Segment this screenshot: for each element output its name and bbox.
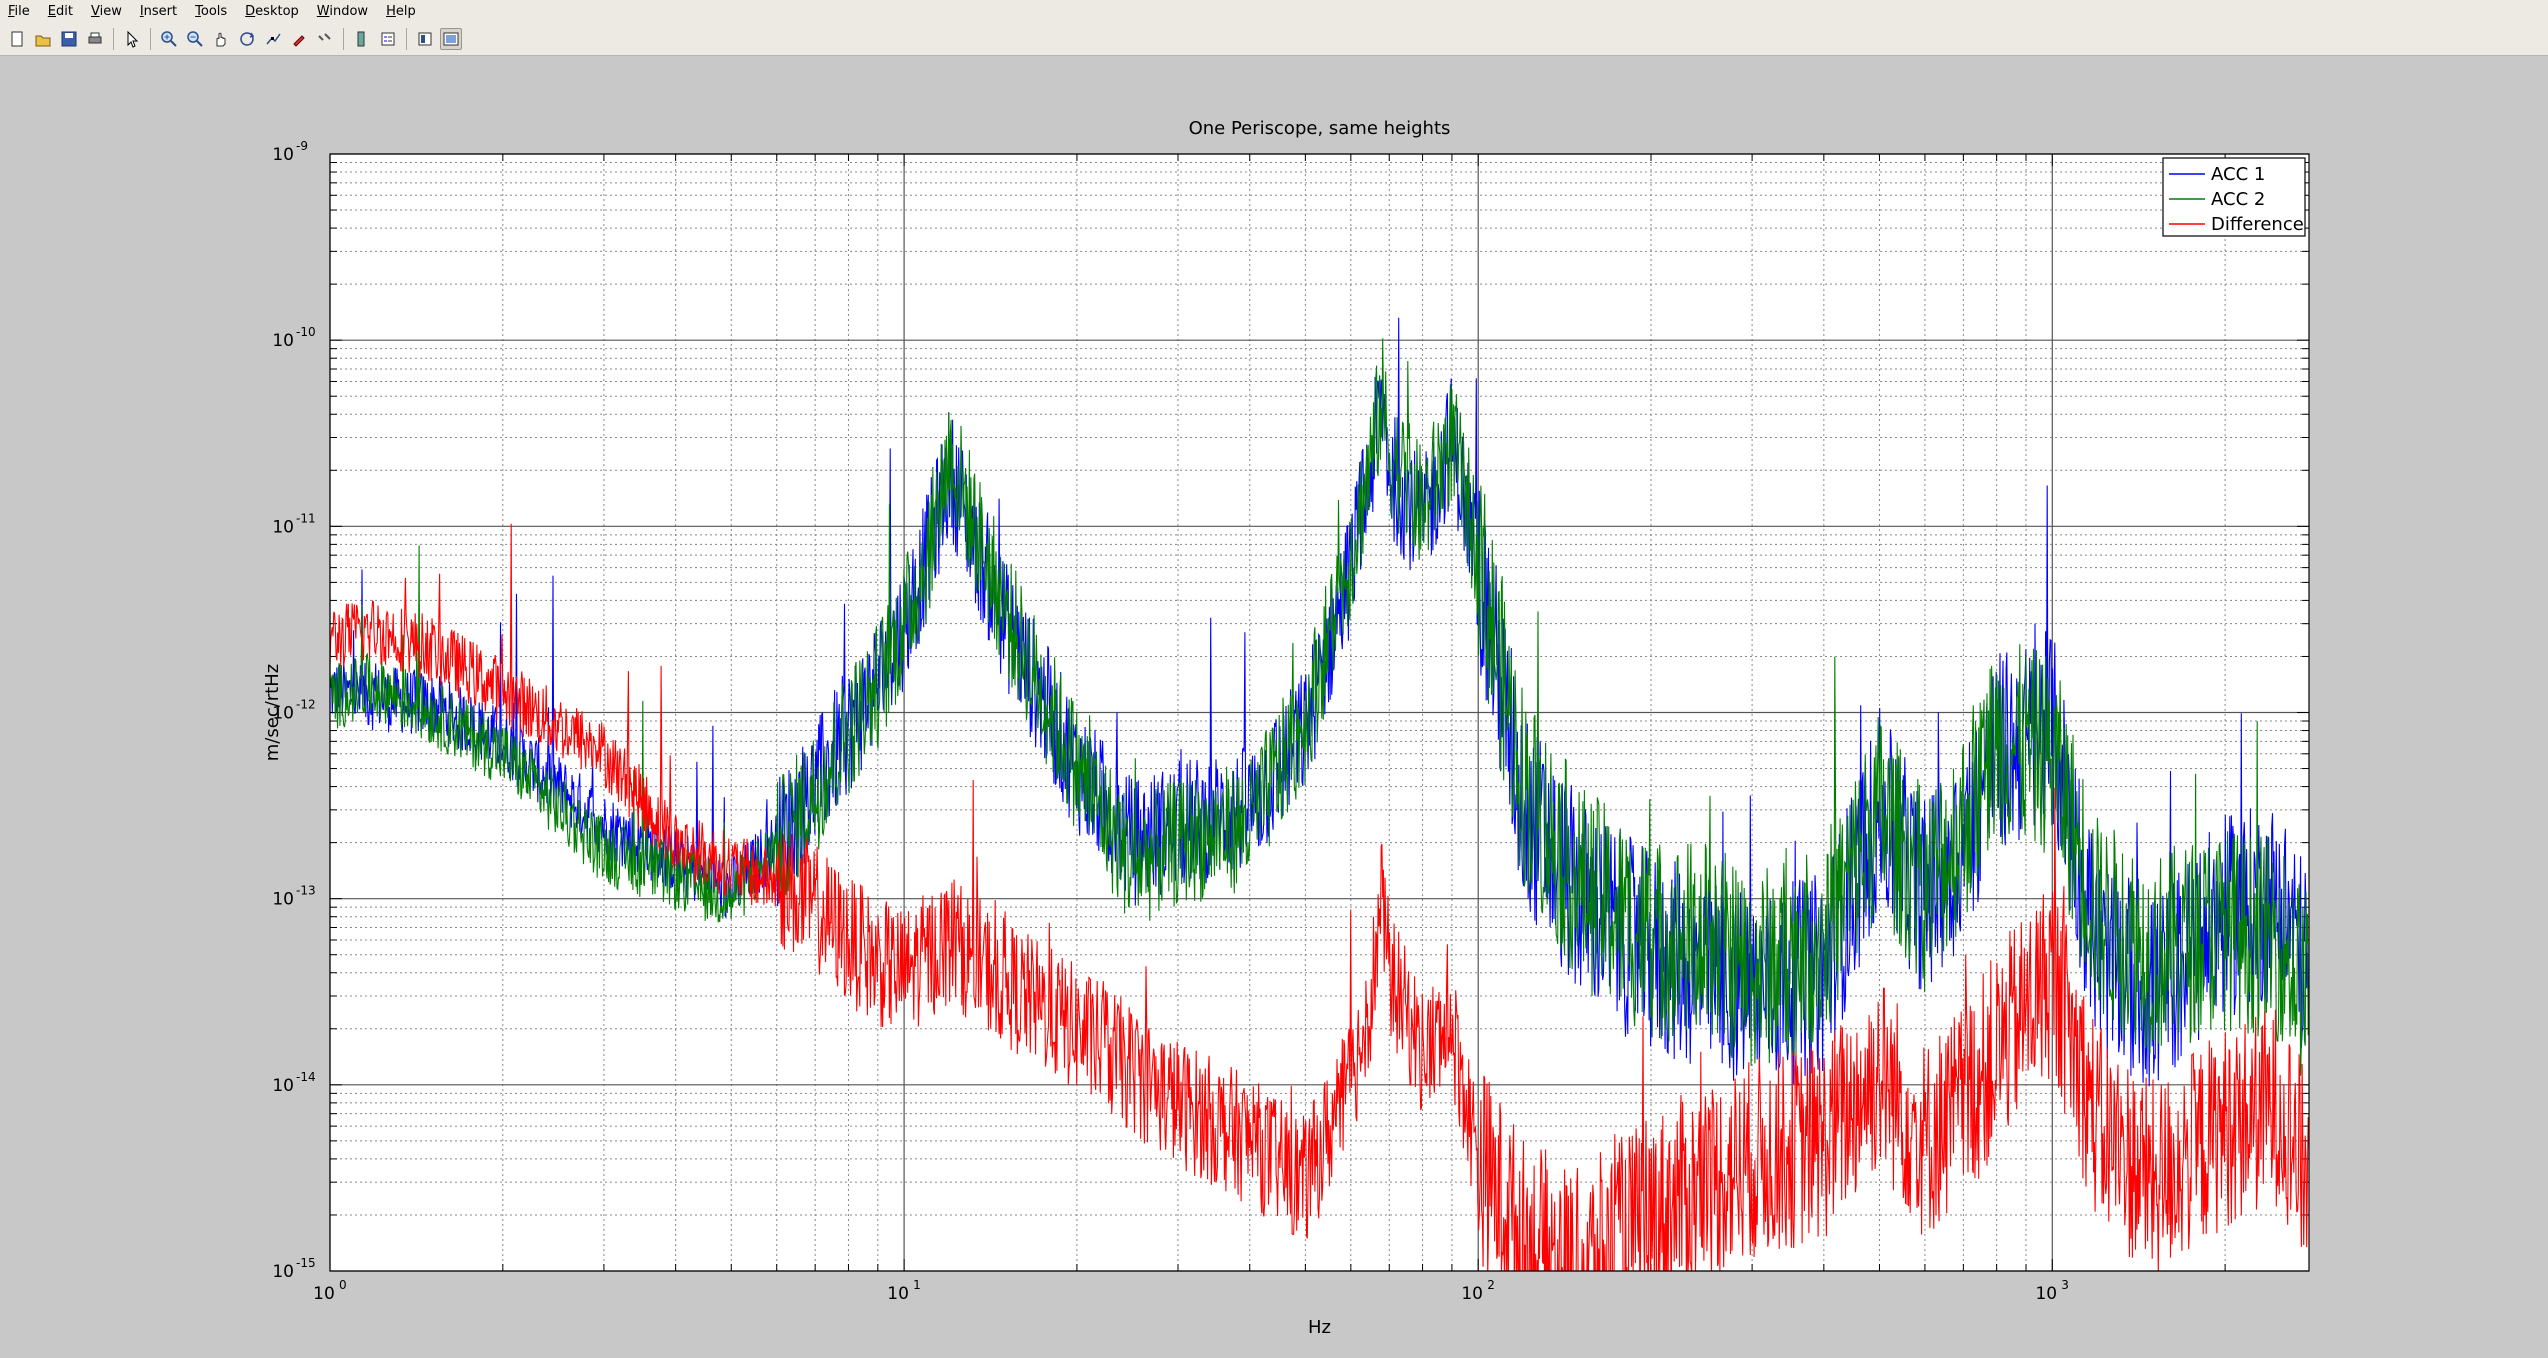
y-axis-label: m/sec/rtHz (262, 664, 283, 761)
brush-button[interactable] (288, 28, 310, 50)
insert-legend-icon (381, 32, 395, 45)
zoom-in-button[interactable] (158, 28, 180, 50)
toolbar-separator (113, 27, 114, 50)
x-tick-label: 10 (2035, 1284, 2057, 1304)
zoom-out-icon (187, 30, 203, 47)
rotate-3d-button[interactable] (236, 28, 258, 50)
pan-button[interactable] (210, 28, 232, 50)
show-plot-tools-icon (443, 32, 459, 45)
open-file-button[interactable] (32, 28, 54, 50)
insert-colorbar-icon (357, 31, 365, 46)
hide-plot-tools-icon (418, 32, 432, 45)
rotate-3d-icon (240, 31, 255, 46)
edit-plot-button[interactable] (121, 28, 143, 50)
menu-desktop[interactable]: Desktop (237, 4, 309, 19)
x-tick-exponent: 3 (2061, 1278, 2069, 1292)
menu-help[interactable]: Help (378, 4, 426, 19)
y-tick-exponent: -12 (296, 698, 316, 712)
menu-tools[interactable]: Tools (187, 4, 237, 19)
menu-view[interactable]: View (83, 4, 132, 19)
toolbar-separator (150, 27, 151, 50)
y-tick-label: 10 (272, 890, 294, 910)
y-tick-exponent: -10 (296, 325, 316, 339)
insert-legend-button[interactable] (377, 28, 399, 50)
x-tick-exponent: 2 (1487, 1278, 1495, 1292)
save-figure-icon (61, 31, 77, 46)
show-plot-tools-button[interactable] (440, 27, 462, 50)
new-figure-button[interactable] (6, 28, 28, 50)
save-figure-button[interactable] (58, 28, 80, 50)
link-plot-button[interactable] (314, 28, 336, 50)
pan-icon (216, 32, 226, 46)
y-tick-exponent: -15 (296, 1256, 316, 1270)
data-cursor-icon (266, 33, 281, 44)
y-tick-label: 10 (272, 1262, 294, 1282)
y-tick-label: 10 (272, 1076, 294, 1096)
x-tick-exponent: 1 (913, 1278, 921, 1292)
y-tick-exponent: -14 (296, 1070, 316, 1084)
menu-edit[interactable]: Edit (40, 4, 83, 19)
print-figure-button[interactable] (84, 28, 106, 50)
x-tick-label: 10 (313, 1284, 335, 1304)
menu-bar: File Edit View Insert Tools Desktop Window Help (0, 0, 2548, 22)
chart-title: One Periscope, same heights (1189, 118, 1451, 139)
x-tick-label: 10 (1461, 1284, 1483, 1304)
zoom-in-icon (161, 30, 177, 47)
edit-plot-icon (127, 30, 139, 48)
menu-insert[interactable]: Insert (132, 4, 187, 19)
y-tick-exponent: -11 (296, 511, 316, 525)
legend-label-difference: Difference (2211, 214, 2304, 235)
legend-label-acc-1: ACC 1 (2211, 164, 2265, 185)
y-tick-label: 10 (272, 145, 294, 165)
legend: ACC 1 ACC 2 Difference (2162, 157, 2306, 237)
y-tick-exponent: -9 (296, 139, 308, 153)
legend-label-acc-2: ACC 2 (2211, 189, 2265, 210)
y-tick-label: 10 (272, 517, 294, 537)
menu-window[interactable]: Window (309, 4, 378, 19)
insert-colorbar-button[interactable] (351, 28, 373, 50)
x-tick-label: 10 (887, 1284, 909, 1304)
figure-toolbar (0, 22, 2548, 56)
figure-canvas: 10 0 10 1 10 2 10 3 10 -9 10 -10 10 -11 10 -12 10 -13 10 -1… (0, 57, 2548, 1358)
data-cursor-button[interactable] (262, 28, 284, 50)
open-file-icon (35, 35, 51, 46)
toolbar-separator (406, 27, 407, 50)
y-tick-exponent: -13 (296, 884, 316, 898)
new-figure-icon (11, 31, 23, 46)
chart: 10 0 10 1 10 2 10 310 -910 -1010 -1110 -1210 -1310 -1… (262, 118, 2310, 1338)
zoom-out-button[interactable] (184, 28, 206, 50)
menu-file[interactable]: File (0, 4, 40, 19)
y-tick-label: 10 (272, 331, 294, 351)
link-plot-icon (318, 32, 331, 41)
brush-icon (293, 34, 305, 47)
x-axis-label: Hz (1308, 1317, 1331, 1338)
toolbar-separator (343, 27, 344, 50)
print-figure-icon (88, 32, 102, 43)
hide-plot-tools-button[interactable] (414, 28, 436, 50)
x-tick-exponent: 0 (339, 1278, 347, 1292)
